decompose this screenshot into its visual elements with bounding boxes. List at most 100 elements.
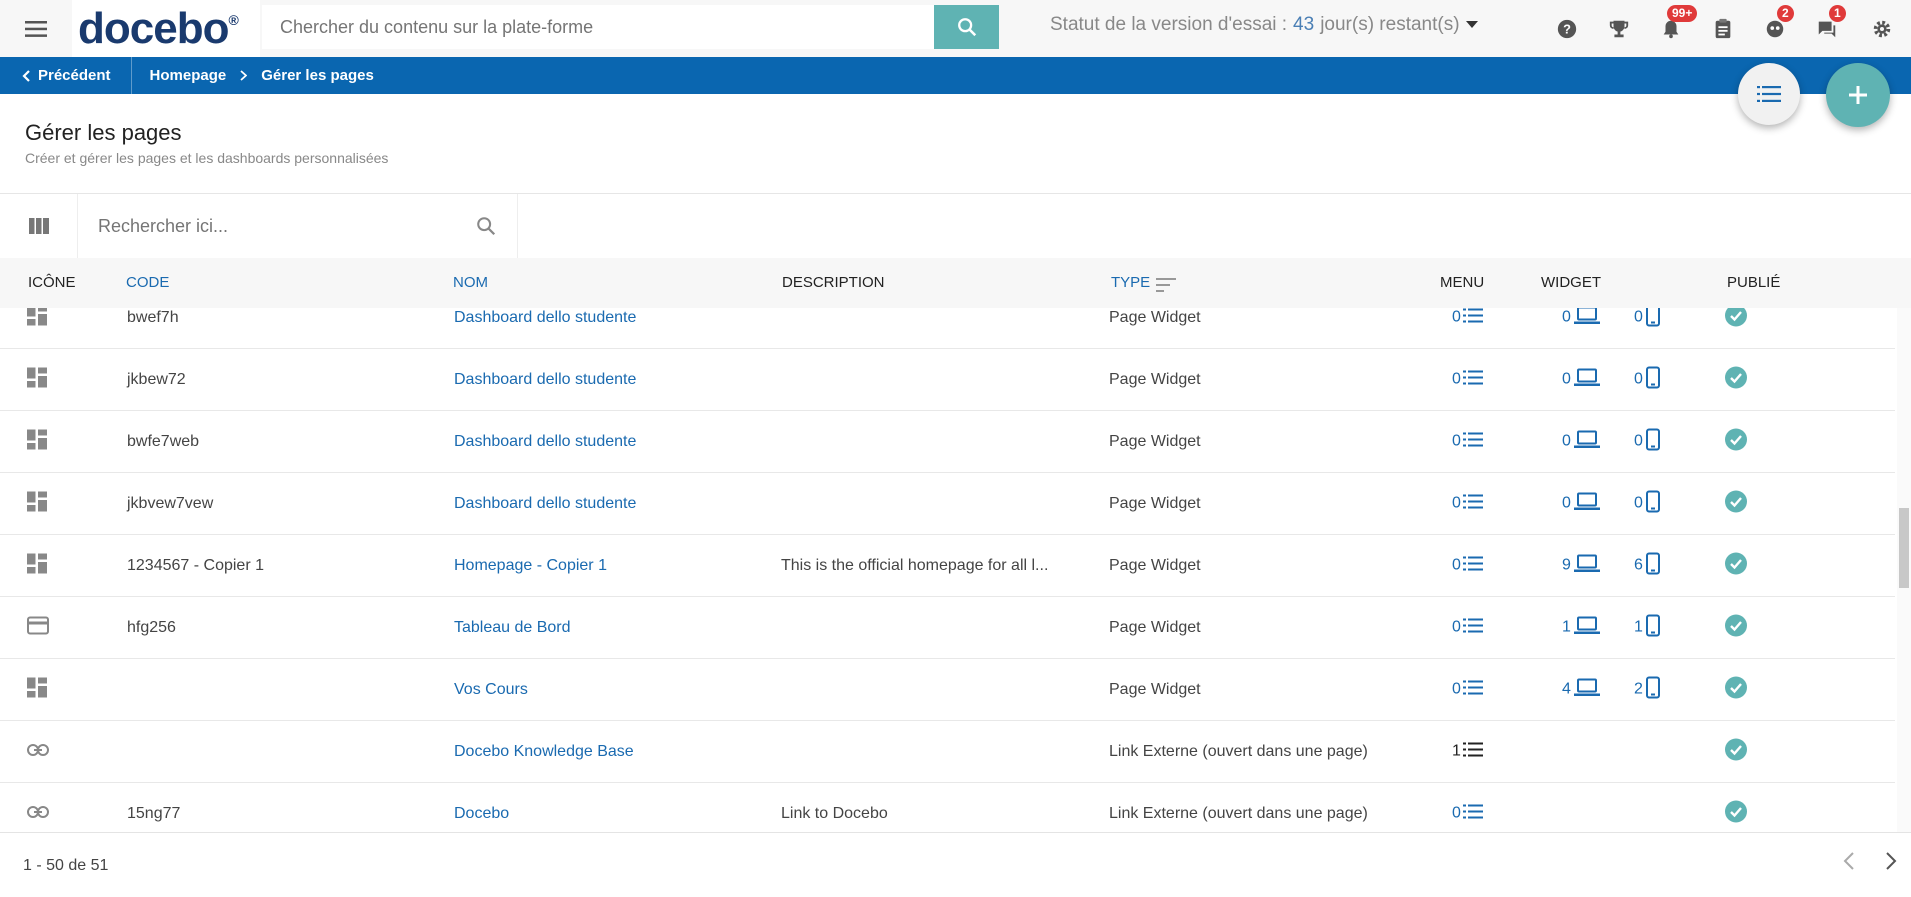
breadcrumb-items: Homepage Gérer les pages	[132, 67, 374, 84]
row-name-link[interactable]: Homepage - Copier 1	[454, 557, 607, 575]
col-widget: WIDGET	[1541, 274, 1601, 291]
published-check-icon[interactable]	[1725, 552, 1747, 579]
row-desktop-widgets[interactable]: 0	[1562, 368, 1600, 391]
row-name-link[interactable]: Dashboard dello studente	[454, 433, 636, 451]
breadcrumb: Précédent Homepage Gérer les pages	[0, 57, 1911, 94]
row-menu-count[interactable]: 0	[1452, 617, 1483, 638]
row-name-link[interactable]: Tableau de Bord	[454, 619, 571, 637]
row-desktop-widgets[interactable]: 0	[1562, 492, 1600, 515]
table-row[interactable]: bwfe7web Dashboard dello studente Page Wid…	[0, 411, 1895, 473]
link-icon	[27, 805, 49, 823]
published-check-icon[interactable]	[1725, 428, 1747, 455]
pagination	[1843, 851, 1897, 871]
row-type: Page Widget	[1109, 618, 1201, 636]
sort-icon[interactable]	[1156, 278, 1176, 292]
settings-gear-icon[interactable]	[1853, 0, 1911, 57]
row-name-link[interactable]: Dashboard dello studente	[454, 495, 636, 513]
row-desktop-widgets[interactable]: 9	[1562, 554, 1600, 577]
published-check-icon[interactable]	[1725, 800, 1747, 827]
table-row[interactable]: 1234567 - Copier 1 Homepage - Copier 1 Thi…	[0, 535, 1895, 597]
row-type: Page Widget	[1109, 680, 1201, 698]
search-button[interactable]	[934, 5, 999, 49]
row-menu-count[interactable]: 0	[1452, 493, 1483, 514]
row-desktop-widgets[interactable]: 1	[1562, 616, 1600, 639]
desktop-icon	[1573, 430, 1600, 453]
add-page-button[interactable]	[1826, 63, 1890, 127]
row-menu-count[interactable]: 0	[1452, 369, 1483, 390]
row-menu-count[interactable]: 0	[1452, 679, 1483, 700]
desktop-icon	[1573, 308, 1600, 329]
list-view-button[interactable]	[1738, 63, 1800, 125]
published-check-icon[interactable]	[1725, 676, 1747, 703]
notifications-icon[interactable]: 99+	[1645, 0, 1698, 57]
trial-status[interactable]: Statut de la version d'essai : 43 jour(s…	[1050, 14, 1478, 36]
scrollbar-thumb[interactable]	[1899, 508, 1909, 588]
table-row[interactable]: jkbew72 Dashboard dello studente Page Widg…	[0, 349, 1895, 411]
published-check-icon[interactable]	[1725, 490, 1747, 517]
caret-down-icon	[1465, 21, 1478, 28]
row-type: Page Widget	[1109, 308, 1201, 326]
published-check-icon[interactable]	[1725, 614, 1747, 641]
tasks-badge: 2	[1777, 5, 1794, 22]
column-picker-button[interactable]	[0, 194, 78, 258]
breadcrumb-homepage[interactable]: Homepage	[150, 67, 227, 84]
row-desktop-widgets[interactable]: 0	[1562, 308, 1600, 329]
row-name-link[interactable]: Vos Cours	[454, 681, 528, 699]
row-code: jkbew72	[127, 370, 186, 388]
row-name-link[interactable]: Docebo	[454, 805, 509, 823]
next-page-icon[interactable]	[1885, 851, 1897, 871]
table-row[interactable]: jkbvew7vew Dashboard dello studente Page W…	[0, 473, 1895, 535]
search-icon[interactable]	[475, 215, 497, 237]
menu-list-icon	[1462, 803, 1483, 824]
table-search-input[interactable]	[98, 215, 438, 237]
row-mobile-widgets[interactable]: 0	[1634, 366, 1660, 393]
published-check-icon[interactable]	[1725, 738, 1747, 765]
row-menu-count[interactable]: 0	[1452, 555, 1483, 576]
help-icon[interactable]: ?	[1541, 0, 1593, 57]
row-menu-count[interactable]: 0	[1452, 803, 1483, 824]
published-check-icon[interactable]	[1725, 366, 1747, 393]
desktop-icon	[1573, 678, 1600, 701]
trophy-icon[interactable]	[1593, 0, 1645, 57]
row-menu-count[interactable]: 1	[1452, 741, 1483, 762]
row-mobile-widgets[interactable]: 2	[1634, 676, 1660, 703]
row-name-link[interactable]: Dashboard dello studente	[454, 371, 636, 389]
table-row[interactable]: 15ng77 Docebo Link to Docebo Link Externe (…	[0, 783, 1895, 832]
clipboard-icon[interactable]	[1697, 0, 1749, 57]
global-search-input[interactable]	[262, 5, 934, 49]
col-nom[interactable]: NOM	[453, 274, 488, 291]
row-desktop-widgets[interactable]: 0	[1562, 430, 1600, 453]
row-name-link[interactable]: Docebo Knowledge Base	[454, 743, 634, 761]
tasks-icon[interactable]: 2	[1749, 0, 1801, 57]
row-menu-count[interactable]: 0	[1452, 431, 1483, 452]
table-row[interactable]: Docebo Knowledge Base Link Externe (ouver…	[0, 721, 1895, 783]
messages-icon[interactable]: 1	[1801, 0, 1853, 57]
desktop-icon	[1573, 554, 1600, 577]
menu-icon[interactable]	[0, 0, 72, 57]
docebo-logo[interactable]: docebo ®	[72, 0, 260, 57]
menu-list-icon	[1462, 431, 1483, 452]
back-button[interactable]: Précédent	[0, 57, 132, 94]
table-row[interactable]: bwef7h Dashboard dello studente Page Widge…	[0, 308, 1895, 349]
row-mobile-widgets[interactable]: 6	[1634, 552, 1660, 579]
row-mobile-widgets[interactable]: 1	[1634, 614, 1660, 641]
table-row[interactable]: hfg256 Tableau de Bord Page Widget 0 1 1	[0, 597, 1895, 659]
col-type[interactable]: TYPE	[1111, 274, 1150, 291]
global-search	[262, 5, 999, 49]
col-icone: ICÔNE	[28, 274, 76, 291]
row-mobile-widgets[interactable]: 0	[1634, 490, 1660, 517]
published-check-icon[interactable]	[1725, 308, 1747, 331]
prev-page-icon[interactable]	[1843, 851, 1855, 871]
row-name-link[interactable]: Dashboard dello studente	[454, 309, 636, 327]
card-icon	[27, 616, 49, 639]
table-row[interactable]: Vos Cours Page Widget 0 4 2	[0, 659, 1895, 721]
col-code[interactable]: CODE	[126, 274, 169, 291]
mobile-icon	[1645, 366, 1660, 393]
row-menu-count[interactable]: 0	[1452, 308, 1483, 328]
row-code: 1234567 - Copier 1	[127, 556, 264, 574]
row-mobile-widgets[interactable]: 0	[1634, 308, 1660, 331]
row-mobile-widgets[interactable]: 0	[1634, 428, 1660, 455]
row-type: Page Widget	[1109, 556, 1201, 574]
row-desktop-widgets[interactable]: 4	[1562, 678, 1600, 701]
col-menu: MENU	[1440, 274, 1485, 291]
